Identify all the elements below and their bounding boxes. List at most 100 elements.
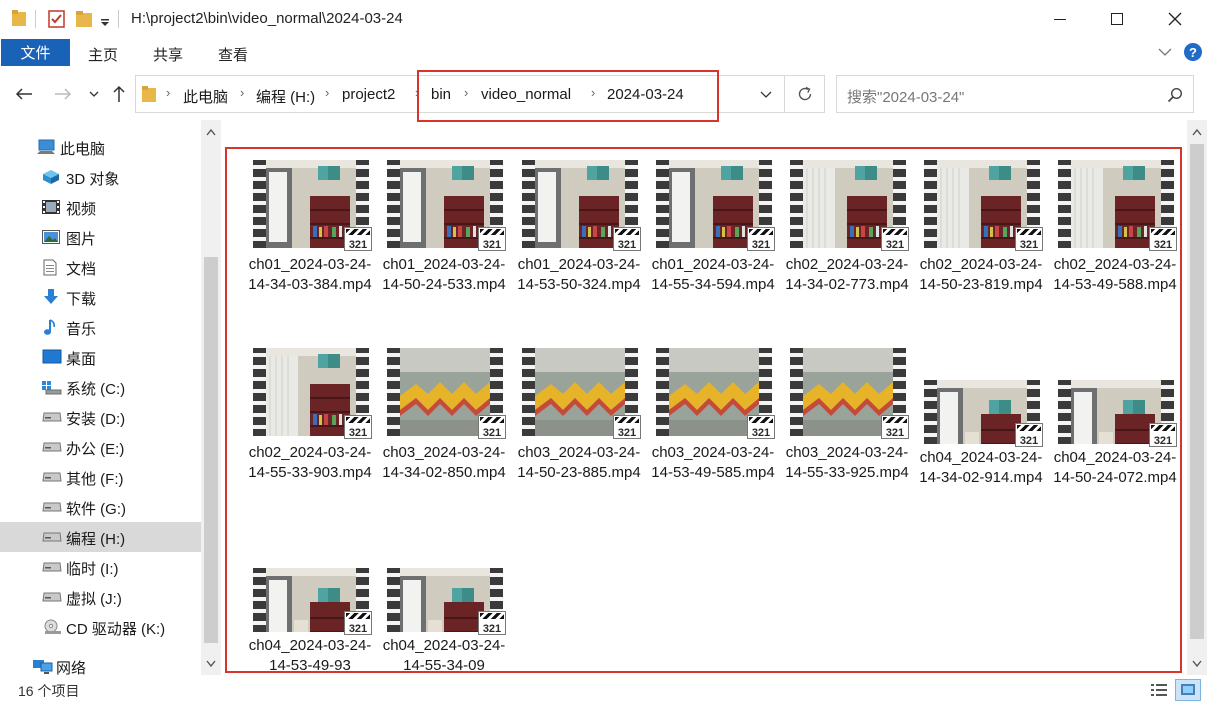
sidebar-item[interactable]: 办公 (E:) bbox=[0, 432, 201, 462]
sidebar-item[interactable]: 图片 bbox=[0, 222, 201, 252]
drive-icon bbox=[42, 439, 62, 455]
tab-view[interactable]: 查看 bbox=[218, 44, 248, 65]
sidebar-item[interactable]: 下载 bbox=[0, 282, 201, 312]
sidebar-item-label: 编程 (H:) bbox=[66, 531, 126, 548]
chevron-down-icon bbox=[89, 91, 99, 97]
search-input[interactable]: 搜索"2024-03-24" bbox=[847, 86, 964, 107]
sidebar-item-label: 网络 bbox=[56, 660, 87, 675]
windows-drive-icon bbox=[42, 379, 62, 395]
sidebar-item[interactable]: 视频 bbox=[0, 192, 201, 222]
navigation-pane: 此电脑 3D 对象视频图片文档下载音乐桌面系统 (C:) 安装 (D:) 办公 (E:… bbox=[0, 120, 201, 675]
item-count: 16 个项目 bbox=[18, 683, 80, 699]
back-button[interactable] bbox=[12, 81, 36, 107]
sidebar-item-label: 视频 bbox=[66, 201, 97, 218]
expand-ribbon-icon[interactable] bbox=[1158, 47, 1172, 57]
pictures-folder-icon bbox=[42, 229, 60, 245]
scroll-up-icon[interactable] bbox=[1187, 122, 1207, 142]
content-scrollbar[interactable] bbox=[1187, 120, 1207, 675]
breadcrumb-separator: › bbox=[166, 85, 171, 100]
sidebar-item[interactable]: CD 驱动器 (K:) bbox=[0, 612, 201, 642]
computer-icon bbox=[36, 139, 55, 155]
search-icon[interactable] bbox=[1167, 87, 1183, 103]
sidebar-item-label: 音乐 bbox=[66, 321, 97, 338]
sidebar-item-label: 临时 (I:) bbox=[66, 561, 119, 578]
cd-drive-icon bbox=[42, 619, 61, 635]
sidebar-item[interactable]: 网络 bbox=[0, 651, 201, 675]
sidebar-item-label: 桌面 bbox=[66, 351, 97, 368]
sidebar-item-label: 图片 bbox=[66, 231, 97, 248]
scroll-up-icon[interactable] bbox=[201, 122, 221, 142]
close-icon bbox=[1168, 12, 1182, 26]
new-folder-icon[interactable] bbox=[76, 10, 92, 28]
sidebar-item[interactable]: 临时 (I:) bbox=[0, 552, 201, 582]
address-history-icon[interactable] bbox=[760, 91, 772, 99]
maximize-icon bbox=[1111, 13, 1123, 25]
customize-toolbar-icon[interactable] bbox=[100, 14, 110, 32]
scroll-down-icon[interactable] bbox=[1187, 653, 1207, 673]
divider bbox=[118, 10, 119, 28]
scroll-thumb[interactable] bbox=[1190, 144, 1204, 639]
window-title: H:\project2\bin\video_normal\2024-03-24 bbox=[131, 10, 403, 27]
folder-icon bbox=[142, 86, 156, 102]
minimize-button[interactable] bbox=[1031, 0, 1089, 38]
sidebar-item-label: 虚拟 (J:) bbox=[66, 591, 122, 608]
breadcrumb-this-pc[interactable]: 此电脑 bbox=[183, 86, 228, 107]
sidebar-item[interactable]: 安装 (D:) bbox=[0, 402, 201, 432]
sidebar-item-label: 其他 (F:) bbox=[66, 471, 124, 488]
navigation-scrollbar[interactable] bbox=[201, 120, 221, 675]
sidebar-item[interactable]: 文档 bbox=[0, 252, 201, 282]
sidebar-item[interactable]: 此电脑 bbox=[0, 132, 201, 162]
scroll-down-icon[interactable] bbox=[201, 653, 221, 673]
sidebar-item[interactable]: 软件 (G:) bbox=[0, 492, 201, 522]
highlight-box-files bbox=[225, 147, 1182, 673]
network-icon bbox=[32, 658, 53, 674]
tab-file[interactable]: 文件 bbox=[1, 39, 70, 66]
large-icons-view-button[interactable] bbox=[1175, 679, 1201, 701]
sidebar-item[interactable]: 桌面 bbox=[0, 342, 201, 372]
recent-locations-button[interactable] bbox=[82, 81, 106, 107]
refresh-button[interactable] bbox=[785, 75, 825, 113]
download-icon bbox=[42, 289, 60, 305]
sidebar-item[interactable]: 3D 对象 bbox=[0, 162, 201, 192]
navigation-bar: › 此电脑 › 编程 (H:) › project2 › bin › video… bbox=[0, 68, 1207, 122]
tab-share[interactable]: 共享 bbox=[153, 44, 183, 65]
maximize-button[interactable] bbox=[1088, 0, 1146, 38]
ribbon: 文件 主页 共享 查看 ? bbox=[0, 38, 1207, 68]
breadcrumb-separator: › bbox=[240, 85, 245, 100]
sidebar-item-label: 软件 (G:) bbox=[66, 501, 126, 518]
sidebar-item[interactable]: 系统 (C:) bbox=[0, 372, 201, 402]
music-icon bbox=[42, 319, 60, 335]
minimize-icon bbox=[1054, 19, 1066, 20]
tab-home[interactable]: 主页 bbox=[88, 44, 118, 65]
breadcrumb-project2[interactable]: project2 bbox=[342, 86, 395, 103]
sidebar-item[interactable]: 虚拟 (J:) bbox=[0, 582, 201, 612]
arrow-left-icon bbox=[15, 88, 32, 100]
highlight-box-path bbox=[417, 70, 719, 122]
up-button[interactable] bbox=[107, 81, 131, 107]
details-view-icon[interactable] bbox=[1149, 681, 1169, 699]
documents-folder-icon bbox=[42, 259, 60, 276]
title-bar: H:\project2\bin\video_normal\2024-03-24 bbox=[0, 0, 1207, 38]
sidebar-item[interactable]: 音乐 bbox=[0, 312, 201, 342]
sidebar-item[interactable]: 其他 (F:) bbox=[0, 462, 201, 492]
sidebar-item-label: 系统 (C:) bbox=[66, 381, 126, 398]
breadcrumb-drive-h[interactable]: 编程 (H:) bbox=[256, 86, 315, 107]
drive-icon bbox=[42, 469, 62, 485]
sidebar-item-label: 下载 bbox=[66, 291, 97, 308]
3d-objects-icon bbox=[42, 169, 60, 185]
forward-button[interactable] bbox=[51, 81, 75, 107]
search-box[interactable]: 搜索"2024-03-24" bbox=[836, 75, 1194, 113]
help-icon[interactable]: ? bbox=[1184, 43, 1202, 61]
properties-icon[interactable] bbox=[48, 10, 66, 28]
sidebar-item-label: CD 驱动器 (K:) bbox=[66, 621, 166, 638]
folder-icon bbox=[12, 10, 26, 26]
video-folder-icon bbox=[42, 199, 60, 215]
close-button[interactable] bbox=[1146, 0, 1204, 38]
sidebar-item[interactable]: 编程 (H:) bbox=[0, 522, 201, 552]
drive-icon bbox=[42, 499, 62, 515]
refresh-icon bbox=[798, 86, 811, 101]
arrow-right-icon bbox=[55, 88, 72, 100]
desktop-icon bbox=[42, 349, 62, 365]
scroll-thumb[interactable] bbox=[204, 257, 218, 643]
large-icons-view-icon bbox=[1181, 684, 1195, 695]
